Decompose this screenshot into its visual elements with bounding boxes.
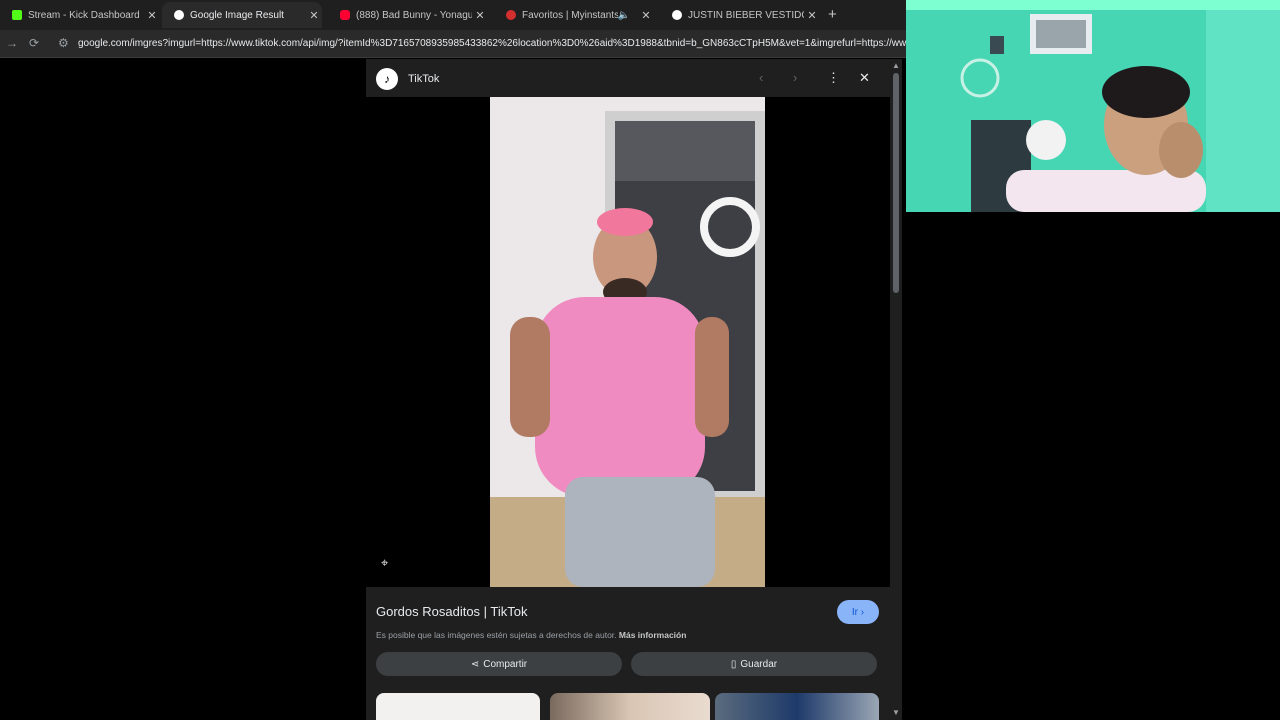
image-result-panel: ♪ TikTok ‹ › ⋮ ✕ ⌖ Gordos Rosaditos | Ti…: [366, 59, 890, 720]
close-tab-icon[interactable]: ✕: [144, 9, 160, 22]
save-label: Guardar: [740, 658, 778, 670]
myinstants-favicon-icon: [506, 10, 516, 20]
copyright-notice: Es posible que las imágenes estén sujeta…: [376, 630, 686, 640]
image-preview-area: ⌖: [366, 97, 890, 587]
google-favicon-icon: [174, 10, 184, 20]
webcam-overlay: [906, 0, 1280, 212]
bookmark-icon: ▯: [730, 658, 737, 670]
tab-label: JUSTIN BIEBER VESTIDO DE RO: [688, 9, 804, 21]
source-name: TikTok: [408, 73, 440, 85]
reload-icon[interactable]: ⟳: [29, 36, 39, 50]
related-thumbnail[interactable]: [715, 693, 879, 720]
share-button[interactable]: ⋖ Compartir: [376, 652, 622, 676]
google-favicon-icon: [672, 10, 682, 20]
tab-justin-bieber[interactable]: JUSTIN BIEBER VESTIDO DE RO ✕: [660, 2, 820, 28]
tab-label: Google Image Result: [190, 9, 284, 21]
panel-scrollbar[interactable]: ▲ ▼: [890, 59, 902, 720]
tab-google-image-result[interactable]: Google Image Result ✕: [162, 2, 322, 28]
visit-label: Ir: [851, 606, 858, 618]
youtube-favicon-icon: [340, 10, 350, 20]
notice-text: Es posible que las imágenes estén sujeta…: [376, 630, 617, 640]
close-tab-icon[interactable]: ✕: [804, 9, 820, 22]
share-icon: ⋖: [470, 658, 480, 670]
panel-header: ♪ TikTok ‹ › ⋮ ✕: [366, 59, 890, 97]
visit-button[interactable]: Ir ›: [837, 600, 879, 624]
arrow-left-icon[interactable]: →: [6, 36, 18, 50]
chevron-left-icon[interactable]: ‹: [759, 70, 763, 85]
tab-label: Favoritos | Myinstants: [522, 9, 618, 21]
tiktok-logo-icon: ♪: [376, 68, 398, 90]
chevron-right-icon[interactable]: ›: [793, 70, 797, 85]
tab-bad-bunny-youtube[interactable]: (888) Bad Bunny - Yonaguni (Vi ✕: [328, 2, 488, 28]
preview-illustration: [490, 97, 765, 587]
result-title: Gordos Rosaditos | TikTok: [376, 604, 528, 619]
tab-label: Stream - Kick Dashboard: [28, 9, 140, 21]
more-info-link[interactable]: Más información: [619, 630, 687, 640]
tab-label: (888) Bad Bunny - Yonaguni (Vi: [356, 9, 472, 21]
scroll-up-icon[interactable]: ▲: [892, 61, 900, 70]
address-bar: → ⟳ ⚙ google.com/imgres?imgurl=https://w…: [0, 30, 906, 58]
speaker-icon[interactable]: 🔈: [618, 10, 630, 21]
share-label: Compartir: [483, 658, 528, 670]
tab-kick-dashboard[interactable]: Stream - Kick Dashboard ✕: [0, 2, 160, 28]
related-thumbnail[interactable]: [376, 693, 540, 720]
close-tab-icon[interactable]: ✕: [638, 9, 654, 22]
kick-favicon-icon: [12, 10, 22, 20]
close-tab-icon[interactable]: ✕: [306, 9, 322, 22]
save-button[interactable]: ▯ Guardar: [631, 652, 877, 676]
scroll-down-icon[interactable]: ▼: [892, 708, 900, 717]
new-tab-button[interactable]: +: [828, 6, 837, 23]
tab-myinstants[interactable]: Favoritos | Myinstants 🔈 ✕: [494, 2, 654, 28]
webcam-illustration: [906, 0, 1280, 212]
scroll-thumb[interactable]: [893, 73, 899, 293]
url-text[interactable]: google.com/imgres?imgurl=https://www.tik…: [78, 38, 906, 49]
browser-tab-strip: Stream - Kick Dashboard ✕ Google Image R…: [0, 0, 906, 30]
related-thumbnail[interactable]: [550, 693, 710, 720]
tune-icon[interactable]: ⚙: [58, 36, 69, 50]
google-lens-icon[interactable]: ⌖: [381, 555, 397, 571]
close-icon[interactable]: ✕: [859, 70, 870, 86]
more-vert-icon[interactable]: ⋮: [827, 70, 840, 86]
close-tab-icon[interactable]: ✕: [472, 9, 488, 22]
preview-image[interactable]: [490, 97, 765, 587]
